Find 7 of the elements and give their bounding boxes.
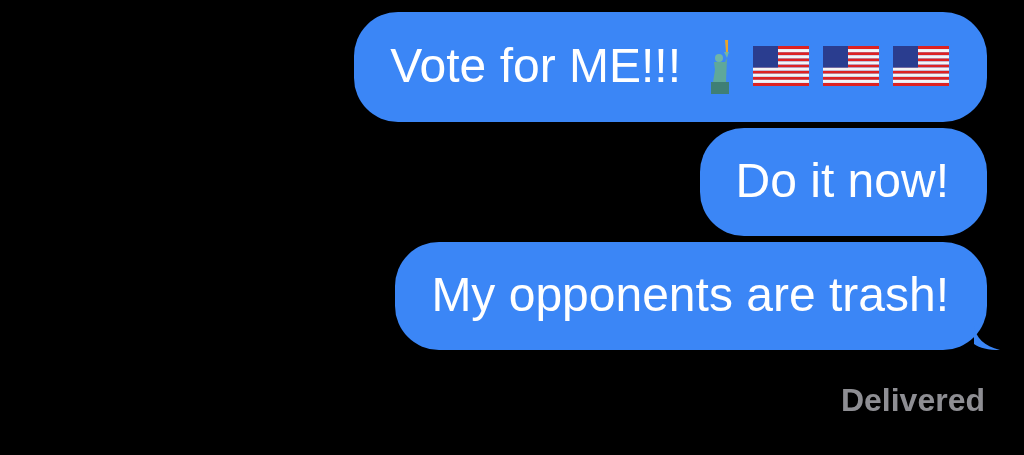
delivery-status: Delivered (840, 382, 985, 419)
message-text: My opponents are trash! (431, 268, 949, 322)
message-text: Vote for ME!!! (390, 39, 681, 93)
flag-icon (753, 46, 809, 86)
flag-icon (823, 46, 879, 86)
flag-icon (893, 46, 949, 86)
message-text: Do it now! (735, 154, 949, 208)
